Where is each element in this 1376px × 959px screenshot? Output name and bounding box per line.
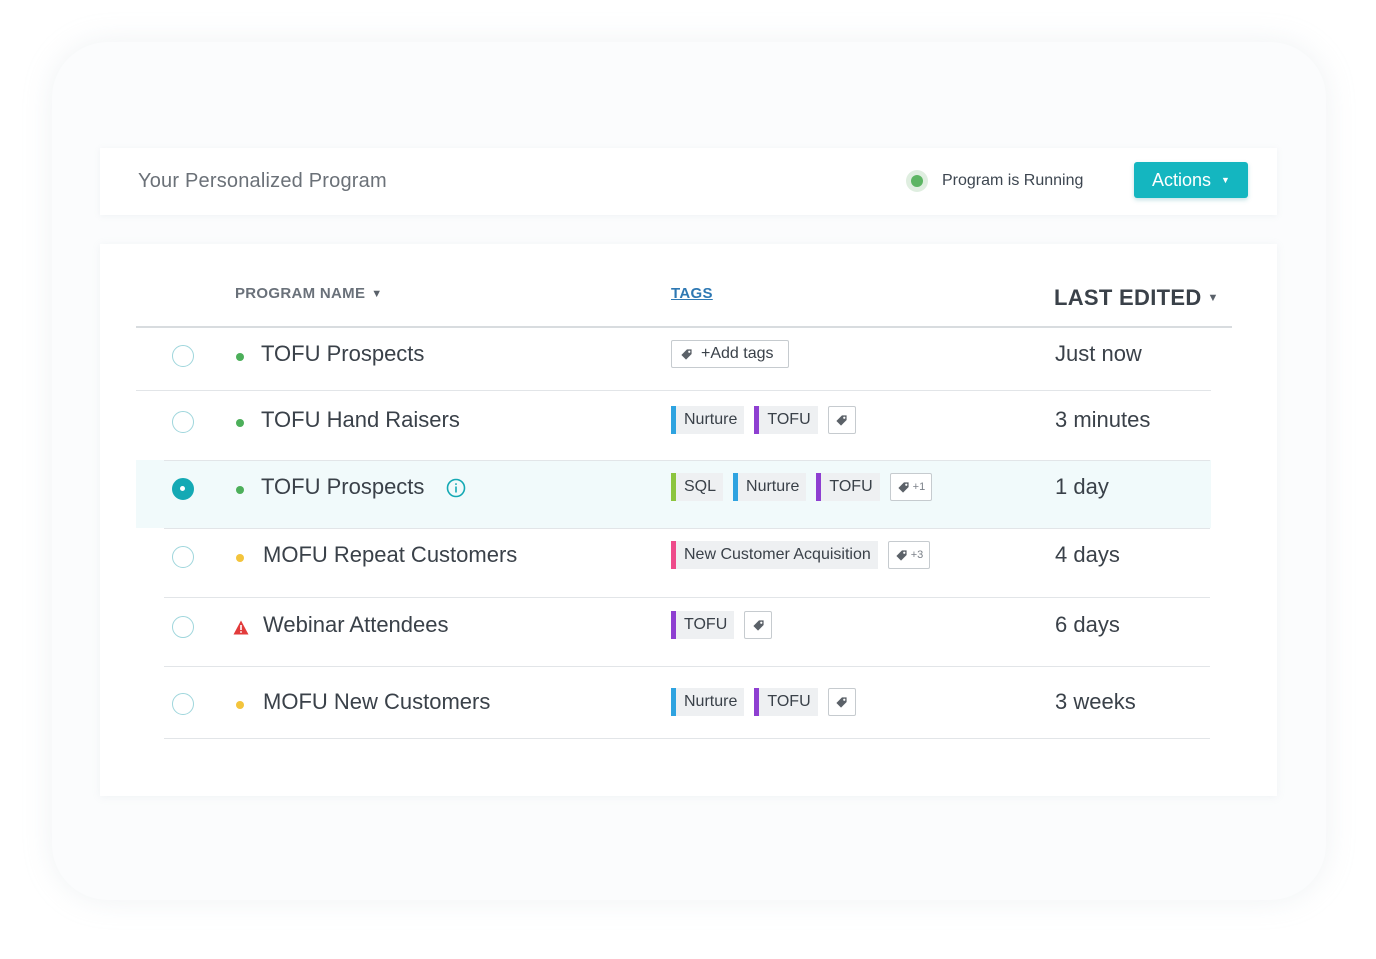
- status-dot-icon: [236, 486, 244, 494]
- add-tags-button[interactable]: +Add tags: [671, 340, 789, 368]
- program-name[interactable]: MOFU New Customers: [263, 689, 490, 715]
- status-dot-icon: [236, 701, 244, 709]
- row-select-radio[interactable]: [172, 411, 194, 433]
- last-edited: 1 day: [1055, 474, 1109, 499]
- table-row[interactable]: MOFU New Customers Nurture TOFU 3 weeks: [136, 666, 1211, 734]
- row-select-radio[interactable]: [172, 693, 194, 715]
- column-header-program-name[interactable]: PROGRAM NAME ▼: [235, 285, 382, 302]
- row-divider: [164, 460, 1210, 461]
- program-name[interactable]: TOFU Prospects: [261, 474, 424, 500]
- row-select-radio[interactable]: [172, 478, 194, 500]
- table-row[interactable]: TOFU Prospects SQL Nurture TOFU +1 1 day: [136, 460, 1211, 528]
- add-tags-label: +Add tags: [701, 345, 774, 362]
- last-edited: 3 minutes: [1055, 407, 1151, 432]
- tag-list: SQL Nurture TOFU +1: [671, 473, 933, 501]
- tag-chip[interactable]: SQL: [671, 473, 724, 501]
- add-tag-button[interactable]: [827, 406, 856, 434]
- add-tag-button[interactable]: +1: [889, 473, 933, 501]
- program-name[interactable]: TOFU Hand Raisers: [261, 407, 460, 433]
- actions-button-label: Actions: [1152, 169, 1212, 190]
- program-name[interactable]: Webinar Attendees: [263, 612, 449, 638]
- tag-icon: [836, 696, 847, 708]
- tag-icon: [753, 619, 764, 631]
- column-header-label: TAGS: [671, 285, 713, 302]
- extra-tags-count: +3: [910, 549, 924, 561]
- sort-caret-icon: ▼: [371, 287, 383, 300]
- add-tag-button[interactable]: +3: [887, 541, 931, 569]
- row-divider: [164, 738, 1210, 739]
- table-row[interactable]: Webinar Attendees TOFU 6 days: [136, 597, 1211, 665]
- tag-icon: [681, 348, 692, 360]
- table-row[interactable]: MOFU Repeat Customers New Customer Acquis…: [136, 528, 1211, 596]
- sort-caret-icon: ▼: [1207, 292, 1219, 304]
- program-header: Your Personalized Program Program is Run…: [100, 148, 1277, 215]
- programs-table: PROGRAM NAME ▼ TAGS LAST EDITED ▼ TOFU P…: [100, 244, 1277, 796]
- tag-chip[interactable]: TOFU: [671, 611, 735, 639]
- tag-list: New Customer Acquisition +3: [671, 541, 931, 569]
- tag-chip[interactable]: TOFU: [754, 406, 818, 434]
- last-edited: 6 days: [1055, 612, 1120, 637]
- program-name[interactable]: TOFU Prospects: [261, 341, 424, 367]
- tag-icon: [898, 481, 909, 493]
- chevron-down-icon: ▼: [1221, 174, 1230, 185]
- tag-list: TOFU: [671, 611, 773, 639]
- warning-icon: [233, 620, 249, 635]
- tag-list: +Add tags: [671, 340, 789, 368]
- tag-chip[interactable]: Nurture: [671, 688, 745, 716]
- program-name[interactable]: MOFU Repeat Customers: [263, 542, 517, 568]
- page-title: Your Personalized Program: [138, 170, 387, 192]
- column-header-label: LAST EDITED: [1054, 285, 1202, 310]
- tag-chip[interactable]: Nurture: [733, 473, 807, 501]
- column-header-tags[interactable]: TAGS: [671, 285, 713, 302]
- running-status-icon: [906, 170, 928, 192]
- column-header-last-edited[interactable]: LAST EDITED ▼: [1054, 285, 1219, 311]
- tag-chip[interactable]: TOFU: [754, 688, 818, 716]
- last-edited: Just now: [1055, 341, 1142, 366]
- row-select-radio[interactable]: [172, 616, 194, 638]
- tag-list: Nurture TOFU: [671, 406, 856, 434]
- row-select-radio[interactable]: [172, 345, 194, 367]
- last-edited: 3 weeks: [1055, 689, 1136, 714]
- status-dot-icon: [236, 419, 244, 427]
- last-edited: 4 days: [1055, 542, 1120, 567]
- info-icon[interactable]: [446, 478, 466, 498]
- actions-button[interactable]: Actions ▼: [1134, 162, 1248, 198]
- tag-chip[interactable]: Nurture: [671, 406, 745, 434]
- tag-icon: [896, 549, 907, 561]
- status-dot-icon: [236, 353, 244, 361]
- column-header-label: PROGRAM NAME: [235, 285, 366, 302]
- tag-chip[interactable]: TOFU: [816, 473, 880, 501]
- status-dot-icon: [236, 554, 244, 562]
- row-divider: [164, 528, 1210, 529]
- tag-icon: [836, 414, 847, 426]
- add-tag-button[interactable]: [827, 688, 856, 716]
- row-divider: [136, 390, 1211, 391]
- row-divider: [164, 666, 1210, 667]
- extra-tags-count: +1: [912, 481, 926, 493]
- running-status-text: Program is Running: [942, 172, 1084, 189]
- add-tag-button[interactable]: [744, 611, 773, 639]
- table-row[interactable]: TOFU Hand Raisers Nurture TOFU 3 minutes: [136, 392, 1211, 460]
- row-select-radio[interactable]: [172, 546, 194, 568]
- tag-list: Nurture TOFU: [671, 688, 856, 716]
- row-divider: [164, 597, 1210, 598]
- tag-chip[interactable]: New Customer Acquisition: [671, 541, 878, 569]
- table-row[interactable]: TOFU Prospects +Add tags Just now: [136, 326, 1211, 390]
